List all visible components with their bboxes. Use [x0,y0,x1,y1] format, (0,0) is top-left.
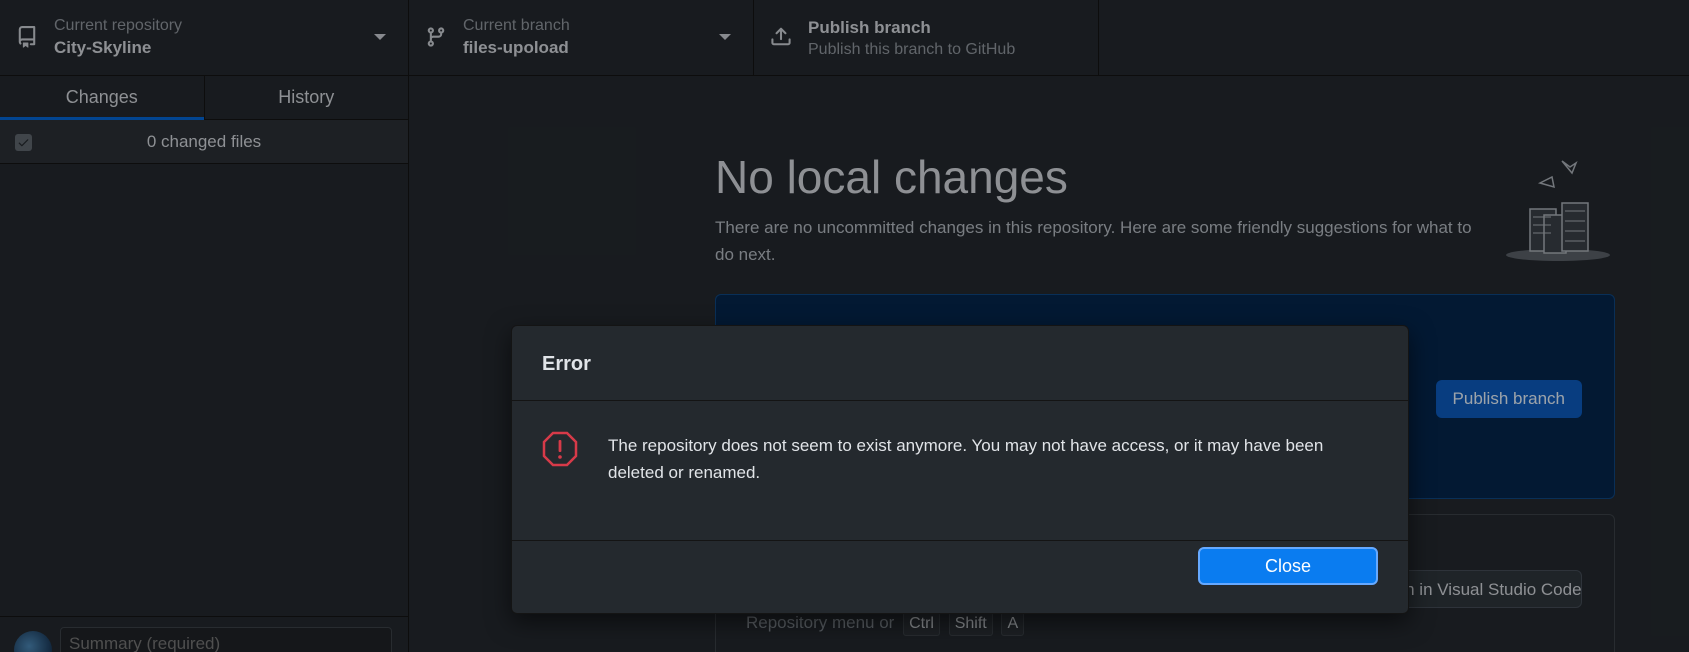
app-window: Current repository City-Skyline Current … [0,0,1689,652]
stop-error-icon [542,431,578,467]
dialog-message: The repository does not seem to exist an… [608,436,1324,482]
error-dialog: Error The repository does not seem to ex… [511,325,1409,614]
close-button[interactable]: Close [1198,547,1378,585]
dialog-title: Error [542,353,591,375]
dialog-header: Error [512,326,1408,401]
